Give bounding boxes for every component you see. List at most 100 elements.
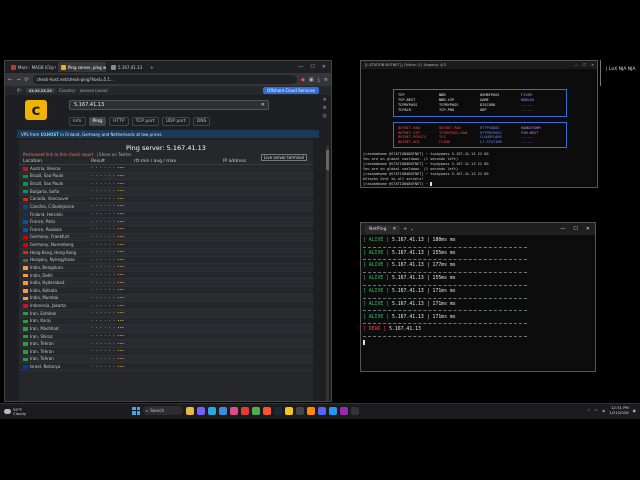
maximize-button[interactable]: ☐ (573, 226, 577, 232)
result-cell: • • • • • • ••• (91, 182, 134, 186)
tab-ping[interactable]: Ping (88, 117, 107, 126)
location-text: Israel, Netanya (30, 364, 61, 370)
result-pending: • • • • • • (91, 204, 118, 209)
netping-tab[interactable]: NetPing ✕ (365, 224, 401, 234)
method-name: L7-STATION (480, 139, 502, 144)
folder-app-icon[interactable] (285, 406, 293, 415)
result-cell: • • • • • • ••• (91, 227, 134, 231)
maximize-button[interactable]: ☐ (583, 63, 586, 67)
blue-app-icon[interactable] (329, 406, 337, 415)
close-button[interactable]: ✕ (322, 64, 326, 70)
brave-shield-icon[interactable]: ◆ (301, 77, 305, 83)
log-text: Attacks Sent to all servers! (363, 177, 424, 181)
menu-lines-icon[interactable]: ≡ (323, 105, 327, 111)
steam-app-icon[interactable] (274, 406, 282, 415)
page-scrollbar[interactable] (326, 146, 329, 401)
theme-icon[interactable]: ☀ (323, 97, 327, 103)
result-cell: • • • • • • ••• (91, 311, 134, 315)
scroll-thumb[interactable] (326, 150, 329, 170)
files-app-icon[interactable] (186, 406, 194, 415)
weather-widget[interactable]: 59°F Cloudy (0, 407, 26, 416)
table-row: Brazil, Sao Paulo • • • • • • ••• (19, 172, 313, 181)
location-cell: Hong Kong, Hong Kong (23, 250, 91, 255)
result-cell: • • • • • • ••• (91, 174, 134, 178)
windows-start-icon[interactable] (132, 406, 140, 415)
result-cell: • • • • • • ••• (91, 220, 134, 224)
location-cell: India, Delhi (23, 273, 91, 278)
red-app-icon[interactable] (241, 406, 249, 415)
tab-info[interactable]: Info (69, 117, 86, 126)
result-loading: ••• (117, 326, 125, 331)
check-host-logo[interactable]: c (25, 100, 47, 120)
tab-udp-port[interactable]: UDP port (161, 117, 190, 126)
download-icon[interactable]: ⤓ (318, 77, 320, 83)
taskbar-search[interactable]: ⌕ Search (143, 406, 183, 415)
brave-app-icon[interactable] (263, 406, 271, 415)
browser-tab[interactable]: 5.167.41.13 (108, 62, 145, 72)
menu-icon[interactable]: ≡ (324, 77, 328, 83)
permalink-link[interactable]: Permanent link to this check report (23, 152, 93, 157)
minimize-button[interactable]: — (560, 226, 565, 232)
host-input[interactable]: 5.167.41.13 ✕ (69, 100, 269, 110)
chat-app-icon[interactable] (197, 406, 205, 415)
terminal-titlebar: [L-STATION BOTNET] | Online: 3 | Urgency… (361, 61, 597, 69)
clock[interactable]: 12:31 PM 1/21/2026 (609, 405, 628, 415)
live-terminal-button[interactable]: Live server terminal (260, 154, 307, 161)
forward-icon[interactable]: → (16, 77, 20, 83)
volume-icon[interactable]: ◂) (602, 408, 605, 413)
reload-icon[interactable]: ⟳ (24, 77, 28, 83)
dark-app-icon[interactable] (351, 406, 359, 415)
table-row: Iran, Esfahan • • • • • • ••• (19, 309, 313, 318)
location-cell: Czechia, C.Budejovice (23, 204, 91, 209)
browser-tab[interactable]: Mars - MAGB (Clip Official) - Y (8, 62, 56, 72)
tray-chevron-icon[interactable]: ^ (587, 408, 590, 413)
result-loading: ••• (117, 173, 125, 178)
media-app-icon[interactable] (230, 406, 238, 415)
clear-icon[interactable]: ✕ (261, 102, 265, 108)
close-tab-icon[interactable]: ✕ (392, 227, 396, 232)
location-text: Iran, Mashhad (30, 325, 59, 331)
new-tab-button[interactable]: + (147, 65, 156, 70)
tab-tcp-port[interactable]: TCP port (131, 117, 159, 126)
flag-icon (23, 296, 28, 301)
location-text: India, Bengaluru (30, 264, 63, 270)
globe-icon[interactable]: ◎ (323, 113, 327, 119)
browser-tab[interactable]: Ping server, ping website - Chec (58, 62, 106, 72)
result-pending: • • • • • • (91, 181, 118, 186)
address-bar[interactable]: check-host.net/check-ping?host=5.1... (32, 75, 297, 84)
vps-brand[interactable]: U1HOST (41, 132, 59, 137)
notification-icon[interactable]: ◉ (633, 408, 636, 413)
back-icon[interactable]: ← (8, 77, 12, 83)
wifi-icon[interactable]: ◠ (594, 408, 597, 413)
location-cell: India, Mumbai (23, 295, 91, 300)
flag-icon (23, 266, 28, 270)
minimize-button[interactable]: — (574, 63, 578, 67)
minimize-button[interactable]: — (298, 64, 303, 70)
toolbar-icons: ◆ ▣ ⤓ ≡ (301, 77, 328, 83)
store-app-icon[interactable] (219, 406, 227, 415)
offshore-cloud-button[interactable]: Offshore Cloud Services (263, 87, 319, 94)
share-twitter-link[interactable]: | Share on Twitter (96, 152, 131, 157)
close-button[interactable]: ✕ (591, 63, 594, 67)
discord-app-icon[interactable] (318, 406, 326, 415)
tab-dropdown-icon[interactable]: ⌄ (410, 227, 414, 232)
extensions-icon[interactable]: ▣ (309, 77, 314, 83)
netping-output[interactable]: [ ALIVE ] 5.167.41.13 | 180ms ms[ ALIVE ] 5… (361, 235, 595, 348)
result-pending: • • • • • • (91, 234, 118, 239)
tab-dns[interactable]: DNS (192, 117, 211, 126)
terminal-app-icon[interactable] (296, 406, 304, 415)
purple-app-icon[interactable] (340, 406, 348, 415)
vps-ad-banner[interactable]: VPS from U1HOST in Finland, Germany and … (17, 130, 319, 138)
terminal-log[interactable]: [rasdomhome @STATION$BOTNET] ~ tcpbypass… (363, 152, 489, 187)
result-loading: ••• (117, 234, 125, 239)
ping-ip: 5.167.41.13 (392, 250, 424, 256)
close-button[interactable]: ✕ (586, 226, 590, 232)
edge-app-icon[interactable] (208, 406, 216, 415)
chrome-app-icon[interactable] (252, 406, 260, 415)
maximize-button[interactable]: ☐ (310, 64, 314, 70)
ping-status: [ DEAD ] (363, 327, 387, 333)
tab-http[interactable]: HTTP (109, 117, 129, 126)
orange-app-icon[interactable] (307, 406, 315, 415)
new-tab-button[interactable]: + (403, 227, 407, 232)
flag-icon (23, 304, 28, 308)
